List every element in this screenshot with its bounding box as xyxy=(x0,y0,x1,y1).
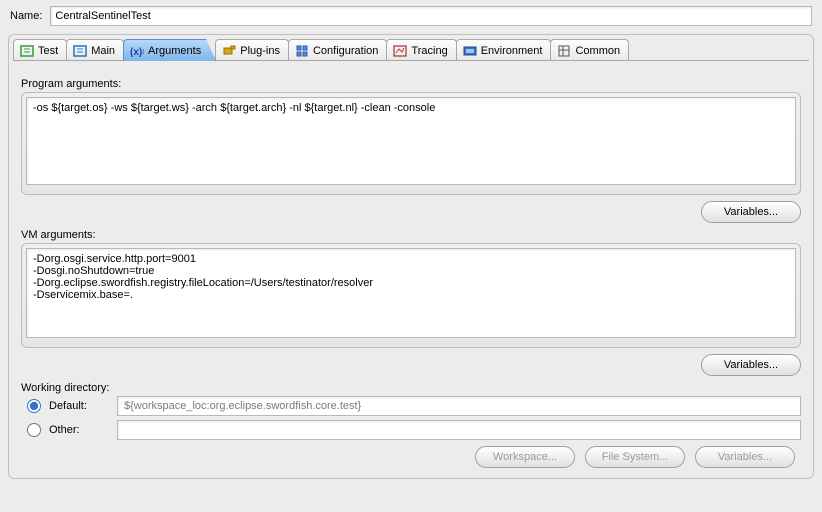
arguments-icon: (x)= xyxy=(130,44,144,58)
tab-label: Arguments xyxy=(148,45,201,57)
main-icon xyxy=(73,44,87,58)
name-input[interactable] xyxy=(50,6,812,26)
working-dir-other-field[interactable] xyxy=(117,420,801,440)
working-dir-variables-button[interactable]: Variables... xyxy=(695,446,795,468)
svg-text:(x)=: (x)= xyxy=(130,47,144,58)
filesystem-button[interactable]: File System... xyxy=(585,446,685,468)
config-panel: Test Main (x)= Arguments Plug-ins Config… xyxy=(8,34,814,479)
tab-label: Main xyxy=(91,45,115,57)
program-args-label: Program arguments: xyxy=(21,78,801,90)
configuration-icon xyxy=(295,44,309,58)
test-icon xyxy=(20,44,34,58)
vm-args-group xyxy=(21,243,801,348)
working-dir-other-label: Other: xyxy=(49,424,109,436)
tab-label: Tracing xyxy=(411,45,447,57)
vm-args-variables-button[interactable]: Variables... xyxy=(701,354,801,376)
working-dir-default-radio[interactable] xyxy=(27,399,41,413)
tab-arguments[interactable]: (x)= Arguments xyxy=(123,39,216,61)
tracing-icon xyxy=(393,44,407,58)
common-icon xyxy=(557,44,571,58)
environment-icon xyxy=(463,44,477,58)
tab-environment[interactable]: Environment xyxy=(456,39,552,61)
tab-main[interactable]: Main xyxy=(66,39,124,61)
program-args-group xyxy=(21,92,801,195)
working-dir-default-label: Default: xyxy=(49,400,109,412)
tab-test[interactable]: Test xyxy=(13,39,67,61)
tab-label: Environment xyxy=(481,45,543,57)
working-dir-other-radio[interactable] xyxy=(27,423,41,437)
vm-args-label: VM arguments: xyxy=(21,229,801,241)
tab-bar: Test Main (x)= Arguments Plug-ins Config… xyxy=(9,35,813,61)
name-label: Name: xyxy=(10,10,42,22)
vm-args-textarea[interactable] xyxy=(26,248,796,338)
tab-tracing[interactable]: Tracing xyxy=(386,39,456,61)
program-args-textarea[interactable] xyxy=(26,97,796,185)
tab-label: Test xyxy=(38,45,58,57)
tab-label: Plug-ins xyxy=(240,45,280,57)
tab-configuration[interactable]: Configuration xyxy=(288,39,387,61)
program-args-variables-button[interactable]: Variables... xyxy=(701,201,801,223)
plugins-icon xyxy=(222,44,236,58)
tab-plugins[interactable]: Plug-ins xyxy=(215,39,289,61)
tab-label: Common xyxy=(575,45,620,57)
tab-label: Configuration xyxy=(313,45,378,57)
working-dir-label: Working directory: xyxy=(21,382,801,394)
workspace-button[interactable]: Workspace... xyxy=(475,446,575,468)
working-dir-default-field xyxy=(117,396,801,416)
tab-common[interactable]: Common xyxy=(550,39,629,61)
